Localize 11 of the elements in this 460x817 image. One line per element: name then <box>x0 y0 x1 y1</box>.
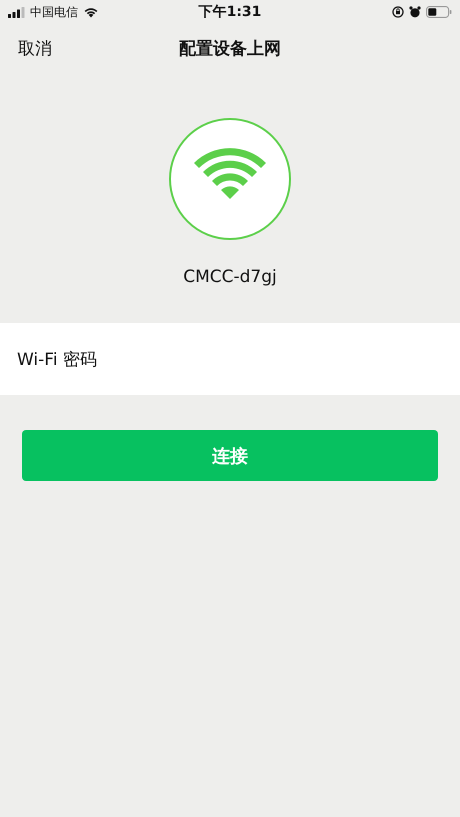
alarm-clock-icon <box>408 6 421 18</box>
network-name: CMCC-d7gj <box>183 267 277 287</box>
cancel-button[interactable]: 取消 <box>18 36 78 60</box>
carrier-name: 中国电信 <box>30 4 78 20</box>
password-field[interactable]: Wi-Fi 密码 <box>0 323 460 395</box>
wifi-icon <box>83 6 99 18</box>
clock-time: 下午1:31 <box>198 3 262 21</box>
rotation-lock-icon <box>392 6 404 18</box>
battery-icon <box>426 6 452 18</box>
page-title: 配置设备上网 <box>179 38 281 60</box>
signal-icon <box>8 6 25 18</box>
